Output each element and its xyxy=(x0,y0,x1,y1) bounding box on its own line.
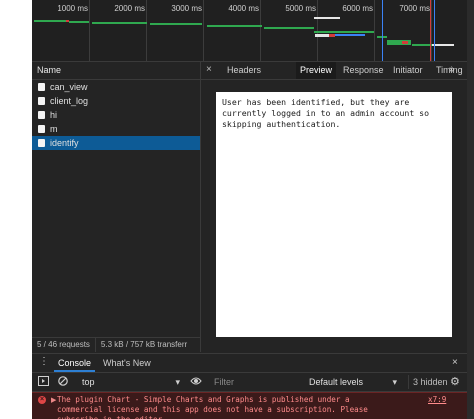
transfer-size: 5.3 kB / 757 kB transferr xyxy=(94,338,192,352)
error-source-link[interactable]: x7:9 xyxy=(428,395,446,404)
chevron-down-icon: ▾ xyxy=(392,377,397,387)
waterfall-bar xyxy=(314,31,374,33)
request-row-m[interactable]: m xyxy=(32,122,200,136)
request-name: m xyxy=(50,124,58,134)
console-toolbar: top ▾ Filter Default levels ▾ 3 hidden ⚙ xyxy=(32,373,474,392)
drawer-menu-icon[interactable]: ⋮ xyxy=(39,356,49,367)
clear-console-icon[interactable] xyxy=(58,376,68,390)
file-icon xyxy=(38,139,45,147)
tab-preview[interactable]: Preview xyxy=(296,62,337,79)
tab-response[interactable]: Response xyxy=(343,62,384,79)
waterfall-bar xyxy=(314,17,340,19)
dom-content-loaded-line xyxy=(382,0,383,61)
hidden-messages-count: 3 hidden xyxy=(408,375,448,389)
waterfall-bar xyxy=(92,22,147,24)
request-name: client_log xyxy=(50,96,89,106)
tab-whats-new[interactable]: What's New xyxy=(103,354,151,372)
error-text: The plugin Chart - Simple Charts and Gra… xyxy=(57,395,368,419)
waterfall-bar xyxy=(264,27,314,29)
waterfall-bar xyxy=(315,34,329,37)
window-edge xyxy=(467,0,474,419)
expand-triangle-icon[interactable]: ▶ xyxy=(51,396,56,404)
timeline-tick-label: 2000 ms xyxy=(114,4,145,13)
waterfall-bar xyxy=(207,25,262,27)
gear-icon[interactable]: ⚙ xyxy=(450,375,460,388)
tab-initiator[interactable]: Initiator xyxy=(393,62,423,79)
file-icon xyxy=(38,111,45,119)
log-levels-value: Default levels xyxy=(309,377,364,387)
waterfall-bar xyxy=(150,23,202,25)
request-name: identify xyxy=(50,138,79,148)
more-tabs-chevron-icon[interactable]: » xyxy=(449,62,455,79)
timeline-tick-label: 4000 ms xyxy=(228,4,259,13)
details-tab-bar: × Headers Preview Response Initiator Tim… xyxy=(201,62,474,80)
devtools-panel: 1000 ms 2000 ms 3000 ms 4000 ms 5000 ms … xyxy=(32,0,474,419)
error-icon: × xyxy=(38,396,46,404)
console-error-message[interactable]: × ▶ The plugin Chart - Simple Charts and… xyxy=(32,392,474,419)
waterfall-bar xyxy=(432,44,454,46)
timeline-tick-label: 3000 ms xyxy=(171,4,202,13)
waterfall-bar xyxy=(69,21,89,23)
chevron-down-icon: ▾ xyxy=(175,377,180,387)
timeline-tick-label: 5000 ms xyxy=(285,4,316,13)
request-row-client-log[interactable]: client_log xyxy=(32,94,200,108)
timeline-tick-label: 7000 ms xyxy=(399,4,430,13)
load-event-line xyxy=(430,0,431,61)
request-list: Name can_view client_log hi m identify 5… xyxy=(32,62,201,352)
name-column-header[interactable]: Name xyxy=(32,62,200,80)
request-row-hi[interactable]: hi xyxy=(32,108,200,122)
request-name: hi xyxy=(50,110,58,120)
waterfall-bar xyxy=(335,34,365,36)
file-icon xyxy=(38,125,45,133)
context-value: top xyxy=(82,377,95,387)
request-row-identify[interactable]: identify xyxy=(32,136,200,150)
context-selector[interactable]: top ▾ xyxy=(82,375,180,389)
network-overview-timeline[interactable]: 1000 ms 2000 ms 3000 ms 4000 ms 5000 ms … xyxy=(32,0,474,62)
request-row-can-view[interactable]: can_view xyxy=(32,80,200,94)
tab-headers[interactable]: Headers xyxy=(227,62,261,79)
finish-line xyxy=(434,0,435,61)
file-icon xyxy=(38,97,45,105)
request-name: can_view xyxy=(50,82,88,92)
live-expression-eye-icon[interactable] xyxy=(190,376,202,390)
request-count: 5 / 46 requests xyxy=(37,340,90,349)
log-levels-dropdown[interactable]: Default levels ▾ xyxy=(309,375,399,389)
timeline-tick-label: 6000 ms xyxy=(342,4,373,13)
sidebar-toggle-icon[interactable] xyxy=(38,376,49,390)
console-filter-input[interactable]: Filter xyxy=(214,375,302,389)
close-details-icon[interactable]: × xyxy=(206,62,212,79)
timeline-tick-label: 1000 ms xyxy=(57,4,88,13)
close-drawer-icon[interactable]: × xyxy=(452,354,458,372)
request-details-panel: × Headers Preview Response Initiator Tim… xyxy=(201,62,474,352)
waterfall-bar xyxy=(402,41,408,44)
network-summary-bar: 5 / 46 requests 5.3 kB / 757 kB transfer… xyxy=(32,337,200,352)
tab-console[interactable]: Console xyxy=(53,354,96,372)
response-preview: User has been identified, but they are c… xyxy=(216,92,452,337)
file-icon xyxy=(38,83,45,91)
drawer-tab-bar: ⋮ Console What's New × xyxy=(32,353,474,373)
waterfall-bar xyxy=(34,20,66,22)
